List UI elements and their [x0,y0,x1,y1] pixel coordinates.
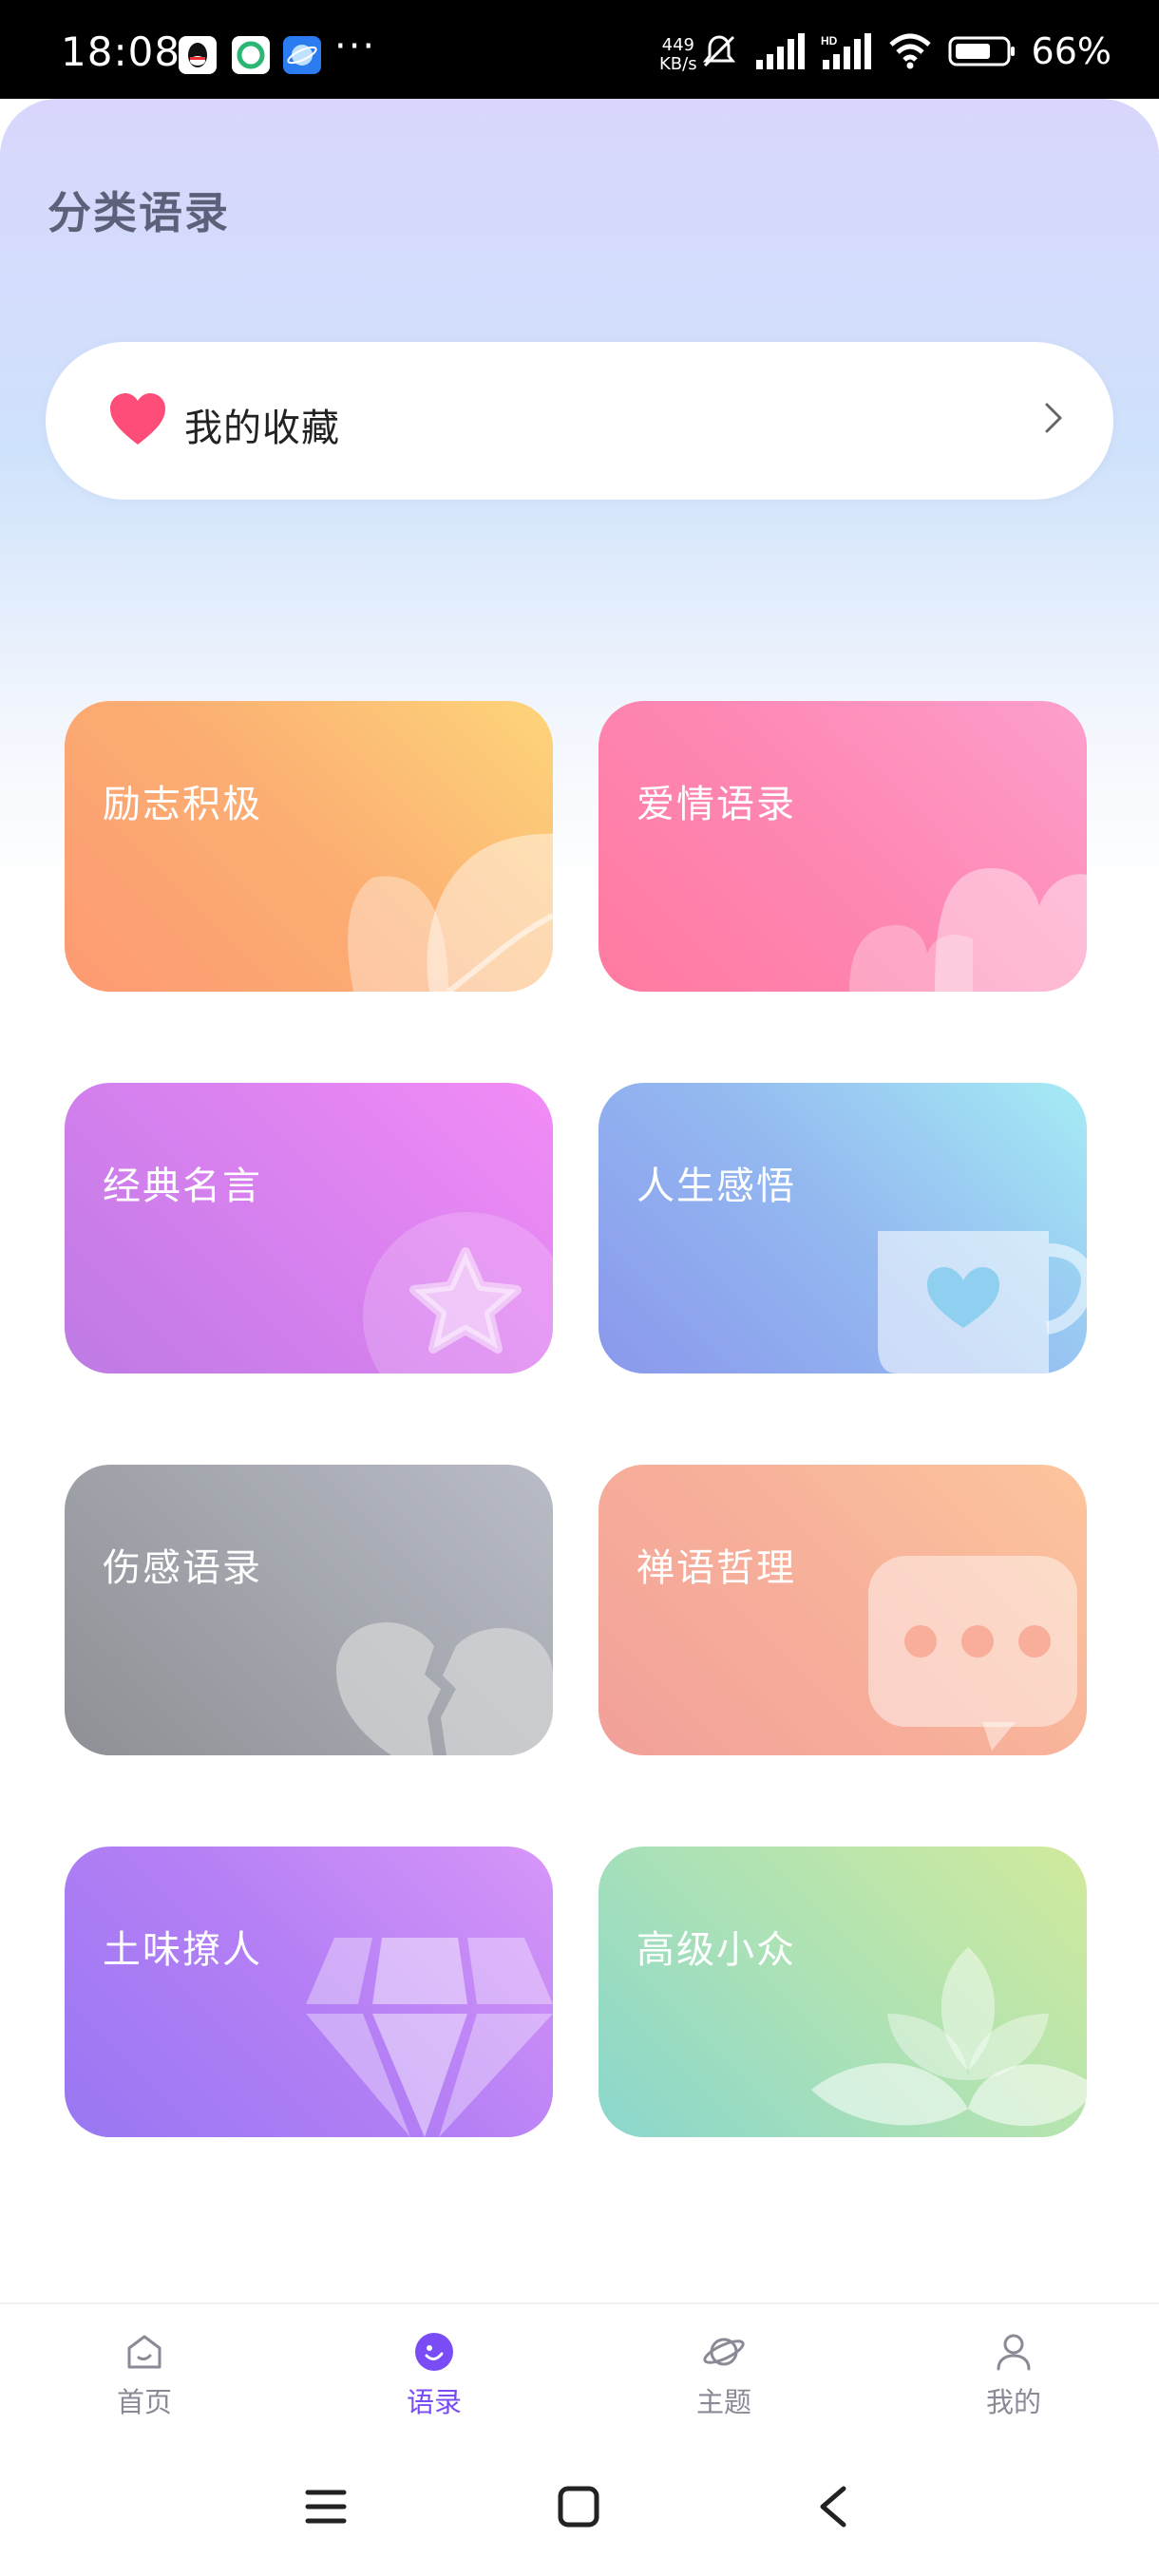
chevron-right-icon [1045,403,1062,433]
mute-icon [702,35,735,67]
category-card-classic-quotes[interactable]: 经典名言 [65,1083,553,1373]
network-speed-value: 449 [661,35,694,55]
broken-heart-icon [336,1622,553,1755]
favorites-label: 我的收藏 [184,407,340,450]
menu-icon[interactable] [304,2485,348,2529]
planet-icon [703,2338,745,2366]
home-icon [127,2335,162,2369]
heart-icon [849,868,1087,992]
sync-app-icon [232,36,270,74]
nav-theme-label: 主题 [695,2386,751,2418]
profile-icon [997,2334,1031,2371]
chat-bubble-icon [868,1556,1077,1751]
bottom-nav: 首页 语录 主题 我的 [0,2302,1159,2445]
leaf-icon [348,833,553,992]
diamond-icon [306,1938,553,2137]
favorites-button[interactable]: 我的收藏 [46,342,1113,500]
network-speed: 449 KB/s [659,36,697,74]
category-card-zen-philosophy[interactable]: 禅语哲理 [598,1465,1087,1755]
category-card-niche[interactable]: 高级小众 [598,1847,1087,2137]
heart-icon [110,393,165,445]
signal-hd-icon: HD [821,33,871,69]
quote-icon [415,2333,453,2371]
category-label: 经典名言 [103,1165,262,1208]
battery-percent: 66% [1031,30,1112,72]
category-label: 土味撩人 [103,1928,262,1972]
category-label: 高级小众 [636,1928,796,1972]
battery-icon [948,36,1015,66]
svg-text:HD: HD [821,34,838,47]
cup-icon [878,1231,1087,1373]
signal-icon [755,33,805,69]
nav-quotes[interactable]: 语录 [358,2329,510,2420]
star-icon [363,1212,553,1373]
wifi-icon [888,33,931,69]
page-title: 分类语录 [48,187,230,238]
browser-app-icon [283,36,321,74]
nav-profile-label: 我的 [985,2386,1041,2418]
more-notifications-icon: ··· [334,25,377,68]
system-navigation-bar [0,2443,1159,2576]
home-square-icon[interactable] [557,2485,600,2529]
nav-home[interactable]: 首页 [68,2329,220,2420]
network-speed-unit: KB/s [659,54,697,74]
category-label: 伤感语录 [103,1546,262,1590]
nav-home-label: 首页 [116,2386,172,2418]
nav-theme[interactable]: 主题 [648,2329,800,2420]
status-bar: 18:08 ··· 449 KB/s HD 66% [0,0,1159,99]
category-page: 分类语录 我的收藏 励志积极 爱情语录 经典名言 人生感悟 伤感语录 禅语哲理 … [0,99,1159,2302]
category-card-inspirational[interactable]: 励志积极 [65,701,553,992]
nav-profile[interactable]: 我的 [938,2329,1090,2420]
category-label: 禅语哲理 [636,1546,796,1590]
status-time: 18:08 [61,28,181,75]
category-label: 爱情语录 [636,783,796,826]
category-card-sad-quotes[interactable]: 伤感语录 [65,1465,553,1755]
qq-app-icon [179,36,217,74]
lotus-icon [811,1947,1087,2127]
category-card-love[interactable]: 爱情语录 [598,701,1087,992]
nav-quotes-label: 语录 [406,2386,462,2418]
category-card-flirty[interactable]: 土味撩人 [65,1847,553,2137]
category-card-life-insights[interactable]: 人生感悟 [598,1083,1087,1373]
category-label: 人生感悟 [636,1165,796,1208]
category-label: 励志积极 [103,783,262,826]
back-icon[interactable] [815,2485,853,2529]
